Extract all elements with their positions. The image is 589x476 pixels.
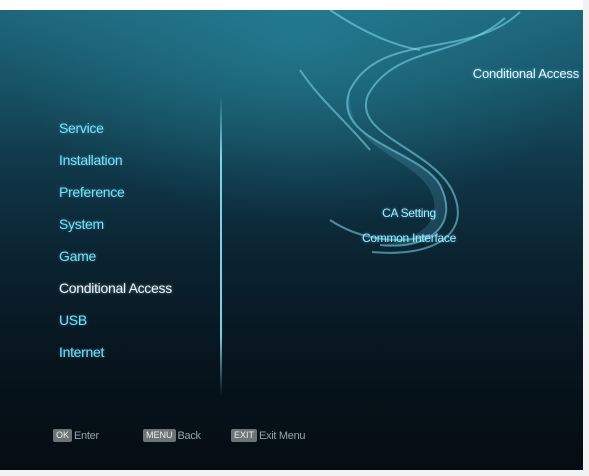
menu-item-conditional-access[interactable]: Conditional Access bbox=[59, 278, 209, 310]
menu-item-usb[interactable]: USB bbox=[59, 310, 209, 342]
hint-menu[interactable]: MENU Back bbox=[143, 429, 201, 442]
submenu-item-ca-setting[interactable]: CA Setting bbox=[344, 204, 474, 229]
hint-ok[interactable]: OK Enter bbox=[53, 429, 99, 442]
screen-border-top bbox=[0, 0, 589, 10]
submenu-item-common-interface[interactable]: Common Interface bbox=[344, 229, 474, 254]
menu-item-service[interactable]: Service bbox=[59, 118, 209, 150]
menu-item-internet[interactable]: Internet bbox=[59, 342, 209, 374]
hint-ok-label: Enter bbox=[74, 429, 99, 442]
exit-key-badge: EXIT bbox=[231, 429, 258, 442]
main-menu: Service Installation Preference System G… bbox=[59, 118, 209, 374]
menu-divider bbox=[220, 95, 222, 395]
screen-border-right bbox=[583, 0, 589, 476]
ok-key-badge: OK bbox=[53, 429, 73, 442]
menu-key-badge: MENU bbox=[143, 429, 176, 442]
hint-menu-label: Back bbox=[177, 429, 202, 442]
page-title: Conditional Access bbox=[472, 66, 579, 81]
hint-exit[interactable]: EXIT Exit Menu bbox=[231, 429, 306, 442]
sub-menu: CA Setting Common Interface bbox=[344, 204, 474, 254]
menu-screen: Conditional Access Service Installation … bbox=[0, 0, 589, 476]
hint-exit-label: Exit Menu bbox=[259, 429, 306, 442]
menu-item-preference[interactable]: Preference bbox=[59, 182, 209, 214]
menu-item-system[interactable]: System bbox=[59, 214, 209, 246]
menu-item-installation[interactable]: Installation bbox=[59, 150, 209, 182]
screen-border-bottom bbox=[0, 470, 589, 476]
menu-item-game[interactable]: Game bbox=[59, 246, 209, 278]
